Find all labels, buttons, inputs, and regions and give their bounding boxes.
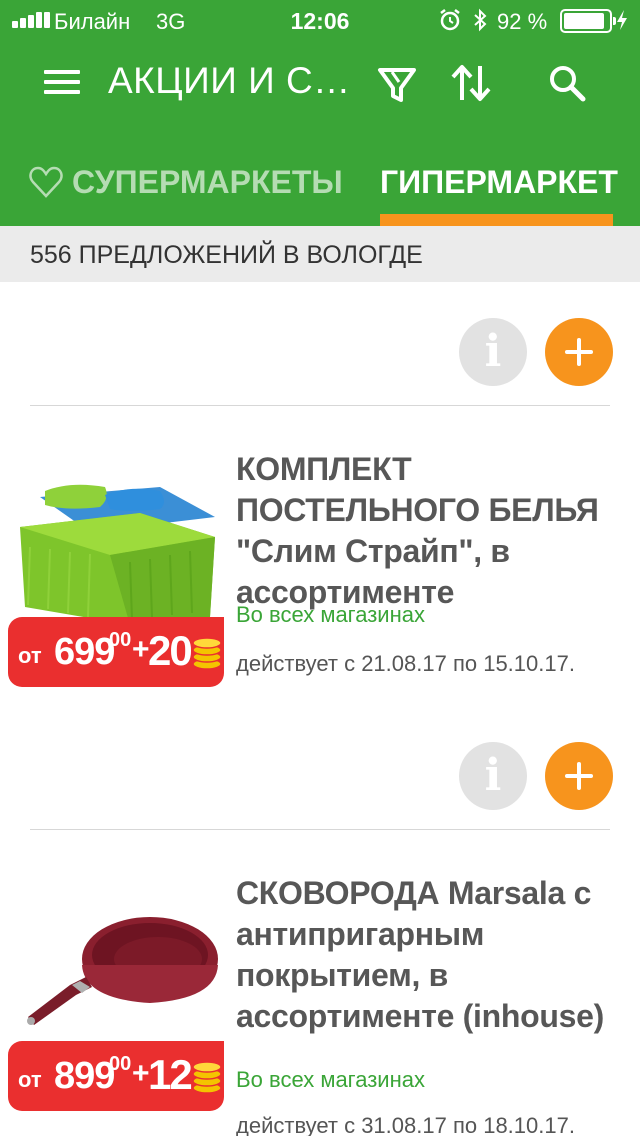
charging-icon xyxy=(617,10,627,30)
product-card[interactable]: от 699 00 + 20 КОМПЛЕКТ ПОСТЕЛЬНОГО БЕЛЬ… xyxy=(0,405,640,740)
add-to-list-button[interactable] xyxy=(545,318,613,386)
price-value: 699 xyxy=(54,631,115,673)
product-title[interactable]: СКОВОРОДА Marsala с антипригарным покрыт… xyxy=(236,873,626,1037)
bonus-points: 20 xyxy=(148,627,193,674)
product-title[interactable]: КОМПЛЕКТ ПОСТЕЛЬНОГО БЕЛЬЯ "Слим Страйп"… xyxy=(236,449,626,613)
frying-pan-image xyxy=(27,917,218,1025)
price-plus: + xyxy=(132,1057,150,1090)
price-badge[interactable]: от 899 00 + 12 xyxy=(8,1041,224,1111)
price-badge[interactable]: от 699 00 + 20 xyxy=(8,617,224,687)
product-card[interactable]: от 899 00 + 12 СКОВОРОДА Marsala с антип… xyxy=(0,829,640,1136)
tab-supermarkets-label: СУПЕРМАРКЕТЫ xyxy=(72,164,343,200)
price-plus: + xyxy=(132,633,150,666)
active-tab-indicator xyxy=(380,214,613,226)
bluetooth-icon xyxy=(474,8,487,32)
product-dates: действует с 21.08.17 по 15.10.17. xyxy=(236,651,575,676)
price-value: 899 xyxy=(54,1055,115,1097)
app-header: Билайн 3G 12:06 92 % АКЦИИ И СК… СУПЕРМА… xyxy=(0,0,640,226)
offers-count: 556 ПРЕДЛОЖЕНИЙ В ВОЛОГДЕ xyxy=(0,226,640,282)
sort-icon[interactable] xyxy=(448,58,494,108)
product-shops: Во всех магазинах xyxy=(236,602,425,627)
filter-icon[interactable] xyxy=(374,58,420,108)
info-button[interactable]: i xyxy=(459,742,527,810)
search-icon[interactable] xyxy=(544,58,590,108)
status-bar: Билайн 3G 12:06 92 % xyxy=(0,0,640,40)
product-actions: i xyxy=(0,742,640,822)
heart-icon xyxy=(29,166,63,198)
alarm-icon xyxy=(440,9,460,31)
tab-hypermarket-label: ГИПЕРМАРКЕТ xyxy=(380,164,618,200)
price-prefix: от xyxy=(18,643,42,668)
page-title: АКЦИИ И СК… xyxy=(108,60,353,101)
bedding-set-image xyxy=(20,484,215,625)
product-shops: Во всех магазинах xyxy=(236,1067,425,1092)
coins-icon xyxy=(192,1061,222,1094)
price-cents: 00 xyxy=(109,1053,132,1075)
info-button[interactable]: i xyxy=(459,318,527,386)
price-prefix: от xyxy=(18,1067,42,1092)
tab-hypermarket[interactable]: ГИПЕРМАРКЕТ xyxy=(380,150,618,226)
product-actions: i xyxy=(0,318,640,398)
menu-icon[interactable] xyxy=(44,66,82,98)
price-cents: 00 xyxy=(109,629,132,651)
coins-icon xyxy=(192,637,222,670)
add-to-list-button[interactable] xyxy=(545,742,613,810)
bonus-points: 12 xyxy=(148,1051,193,1098)
battery-percent: 92 % xyxy=(497,9,548,34)
product-dates: действует с 31.08.17 по 18.10.17. xyxy=(236,1113,575,1136)
battery-icon xyxy=(560,9,616,33)
store-type-tabs: СУПЕРМАРКЕТЫ ГИПЕРМАРКЕТ xyxy=(0,150,640,226)
